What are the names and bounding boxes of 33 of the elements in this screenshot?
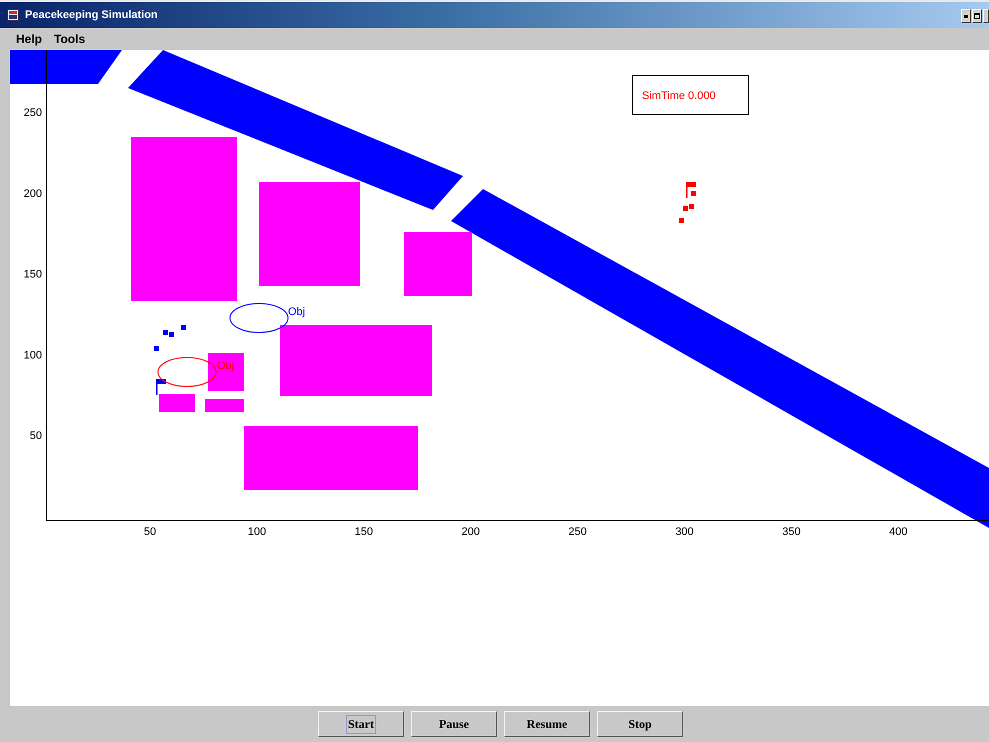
x-axis-label: 400 (889, 526, 908, 538)
control-button[interactable]: Resume (504, 711, 590, 737)
control-button[interactable]: Start (318, 711, 404, 737)
menu-item[interactable]: Help (16, 32, 42, 46)
building (205, 399, 244, 412)
y-axis-label: 200 (24, 188, 42, 200)
x-axis-label: 350 (782, 526, 801, 538)
x-axis-label: 100 (248, 526, 266, 538)
objective-label: Obj (288, 306, 306, 318)
x-axis-label: 200 (462, 526, 480, 538)
x-axis-label: 150 (354, 526, 373, 538)
building (159, 394, 195, 412)
x-axis-label: 50 (144, 526, 156, 538)
x-axis-label: 250 (568, 526, 587, 538)
window-title: Peacekeeping Simulation (25, 9, 159, 21)
minimize-icon (964, 14, 968, 18)
minimize-button[interactable] (961, 9, 971, 23)
maximize-icon (974, 13, 980, 19)
y-axis-label: 250 (24, 107, 42, 119)
control-button[interactable]: Stop (597, 711, 683, 737)
y-axis-label: 50 (30, 430, 42, 442)
y-axis-label: 150 (24, 268, 42, 280)
menu-item[interactable]: Tools (54, 32, 86, 46)
simtime-readout: SimTime 0.000 (642, 90, 716, 102)
control-button[interactable]: Pause (411, 711, 497, 737)
app-icon (7, 9, 19, 21)
x-axis-label: 300 (675, 526, 694, 538)
building (208, 353, 244, 391)
close-button[interactable] (983, 9, 989, 23)
building (404, 232, 472, 296)
maximize-button[interactable] (972, 9, 982, 23)
y-axis-label: 100 (24, 349, 42, 362)
objective-label: Obj (217, 360, 234, 372)
